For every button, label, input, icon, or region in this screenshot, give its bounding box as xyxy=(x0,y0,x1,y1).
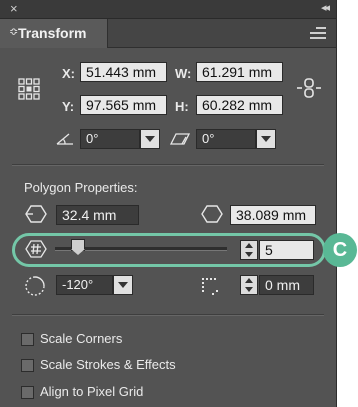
panel-titlebar: × ◂◂ xyxy=(0,0,336,19)
align-to-pixel-grid-checkbox[interactable] xyxy=(21,386,34,399)
section-divider xyxy=(12,314,324,316)
collapse-panel-icon[interactable]: ◂◂ xyxy=(321,1,330,14)
polygon-side-length-icon xyxy=(25,205,47,223)
rotate-angle-dropdown[interactable]: 0° xyxy=(80,129,160,149)
chevron-down-icon[interactable] xyxy=(256,129,276,149)
w-label: W: xyxy=(175,66,192,81)
polygon-radius-icon xyxy=(201,205,223,223)
rotate-icon xyxy=(56,133,73,145)
h-label: H: xyxy=(175,99,189,114)
corner-radius-field[interactable]: 0 mm xyxy=(259,275,314,295)
y-label: Y: xyxy=(62,99,75,114)
y-position-field[interactable]: 97.565 mm xyxy=(80,95,167,115)
section-divider xyxy=(12,164,324,166)
x-label: X: xyxy=(62,66,75,81)
scale-corners-label[interactable]: Scale Corners xyxy=(40,331,122,346)
shear-icon xyxy=(170,133,190,145)
scale-strokes-effects-checkbox[interactable] xyxy=(21,359,34,372)
panel-tab-bar: ≎ Transform xyxy=(0,19,336,48)
height-field[interactable]: 60.282 mm xyxy=(196,95,283,115)
corner-radius-stepper[interactable] xyxy=(240,275,258,295)
scale-corners-checkbox[interactable] xyxy=(21,333,34,346)
reference-point-icon[interactable] xyxy=(18,78,40,100)
corner-radius-icon xyxy=(202,278,218,295)
close-icon[interactable]: × xyxy=(10,1,18,16)
callout-badge: C xyxy=(323,233,357,267)
chevron-down-icon[interactable] xyxy=(140,129,160,149)
constrain-proportions-icon[interactable] xyxy=(296,77,322,99)
polygon-angle-icon xyxy=(25,276,45,296)
polygon-angle-dropdown[interactable]: -120° xyxy=(56,275,133,295)
tab-transform-label: Transform xyxy=(18,25,87,41)
align-to-pixel-grid-label[interactable]: Align to Pixel Grid xyxy=(40,384,143,399)
tab-options-icon: ≎ xyxy=(9,26,19,38)
scale-strokes-effects-label[interactable]: Scale Strokes & Effects xyxy=(40,357,176,372)
polygon-angle-value[interactable]: -120° xyxy=(56,275,113,295)
tab-transform[interactable]: ≎ Transform xyxy=(0,19,108,48)
shear-angle-value[interactable]: 0° xyxy=(196,129,256,149)
side-length-field[interactable]: 32.4 mm xyxy=(56,205,139,225)
width-field[interactable]: 61.291 mm xyxy=(196,62,283,82)
chevron-down-icon[interactable] xyxy=(113,275,133,295)
panel-menu-icon[interactable] xyxy=(310,27,326,39)
radius-field[interactable]: 38.089 mm xyxy=(230,205,316,225)
shear-angle-dropdown[interactable]: 0° xyxy=(196,129,276,149)
callout-highlight-ring xyxy=(12,233,326,267)
polygon-properties-heading: Polygon Properties: xyxy=(24,180,138,195)
x-position-field[interactable]: 51.443 mm xyxy=(80,62,167,82)
transform-panel: × ◂◂ ≎ Transform X: 51.443 mm W: 61.291 … xyxy=(0,0,337,407)
rotate-angle-value[interactable]: 0° xyxy=(80,129,140,149)
